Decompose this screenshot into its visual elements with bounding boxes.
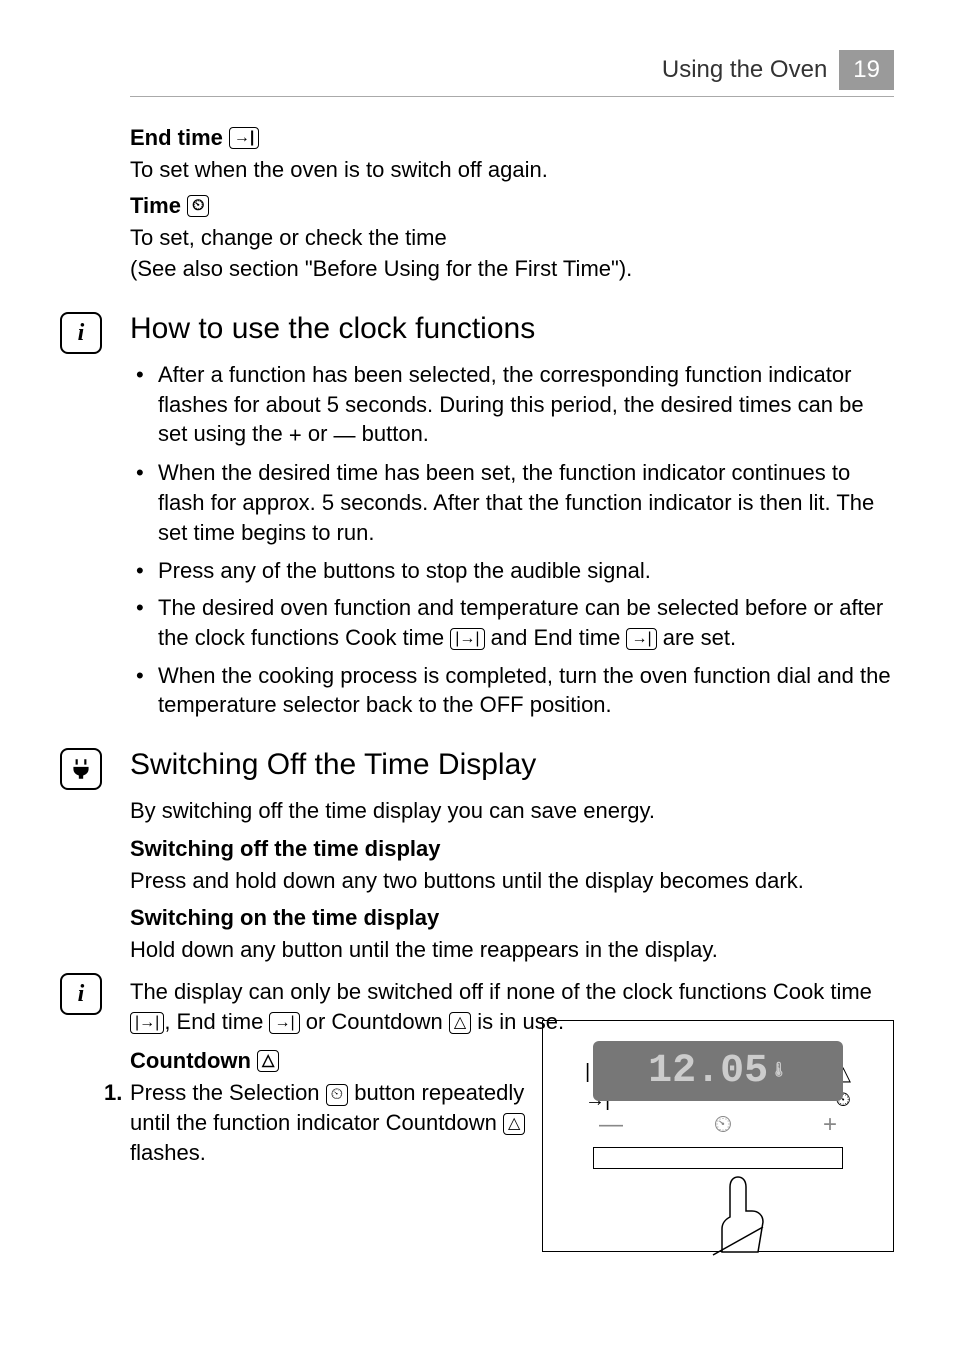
selection-button-icon: ⏲ <box>326 1084 348 1106</box>
end-time-icon: →| <box>626 628 656 650</box>
countdown-heading: Countdown △ <box>130 1048 560 1074</box>
diagram-lcd-display: 12.05 🌡 <box>593 1041 843 1101</box>
end-time-description: To set when the oven is to switch off ag… <box>130 155 894 185</box>
clock-fn-bullet-4: The desired oven function and temperatur… <box>130 593 894 652</box>
countdown-icon: △ <box>257 1050 279 1072</box>
time-description-2: (See also section "Before Using for the … <box>130 254 894 284</box>
switch-off-heading: Switching Off the Time Display <box>130 748 894 782</box>
info-icon: i <box>60 973 102 1015</box>
switch-off-intro: By switching off the time display you ca… <box>130 796 894 826</box>
switching-on-subheading: Switching on the time display <box>130 905 894 931</box>
end-time-heading: End time →| <box>130 125 894 151</box>
step-number: 1. <box>104 1078 122 1108</box>
switching-on-text: Hold down any button until the time reap… <box>130 935 894 965</box>
end-time-label: End time <box>130 125 223 151</box>
clock-functions-heading: How to use the clock functions <box>130 312 894 346</box>
cook-time-icon: |→| <box>450 628 484 650</box>
end-time-icon: →| <box>229 127 259 149</box>
end-time-icon: →| <box>269 1012 299 1034</box>
time-label: Time <box>130 193 181 219</box>
switching-off-subheading: Switching off the time display <box>130 836 894 862</box>
plus-icon: + <box>289 423 302 448</box>
countdown-label: Countdown <box>130 1048 251 1074</box>
diagram-minus-button: — <box>599 1111 623 1139</box>
clock-fn-bullet-1: After a function has been selected, the … <box>130 360 894 450</box>
countdown-icon: △ <box>449 1012 471 1034</box>
switching-off-text: Press and hold down any two buttons unti… <box>130 866 894 896</box>
finger-press-icon <box>708 1167 788 1257</box>
diagram-time-value: 12.05 <box>648 1049 768 1094</box>
time-description-1: To set, change or check the time <box>130 223 894 253</box>
clock-fn-bullet-5: When the cooking process is completed, t… <box>130 661 894 720</box>
page-number-badge: 19 <box>839 50 894 90</box>
clock-fn-bullet-3: Press any of the buttons to stop the aud… <box>130 556 894 586</box>
minus-icon: — <box>334 423 356 448</box>
diagram-temp-icon: 🌡 <box>770 1064 788 1078</box>
clock-functions-list: After a function has been selected, the … <box>130 360 894 720</box>
cook-time-icon: |→| <box>130 1012 164 1034</box>
time-heading: Time ⏲ <box>130 193 894 219</box>
clock-panel-diagram: |→| →| △ ⏲ 12.05 🌡 — ⏲ + <box>542 1020 894 1252</box>
header-rule <box>130 96 894 97</box>
clock-icon: ⏲ <box>187 195 209 217</box>
clock-fn-bullet-2: When the desired time has been set, the … <box>130 458 894 547</box>
energy-icon <box>60 748 102 790</box>
info-icon: i <box>60 312 102 354</box>
diagram-button-bar <box>593 1147 843 1169</box>
diagram-plus-button: + <box>823 1111 837 1139</box>
countdown-icon: △ <box>503 1113 525 1135</box>
diagram-select-button: ⏲ <box>714 1111 733 1139</box>
countdown-step-1: 1. Press the Selection ⏲ button repeated… <box>130 1078 560 1167</box>
header-section-title: Using the Oven <box>662 56 827 84</box>
